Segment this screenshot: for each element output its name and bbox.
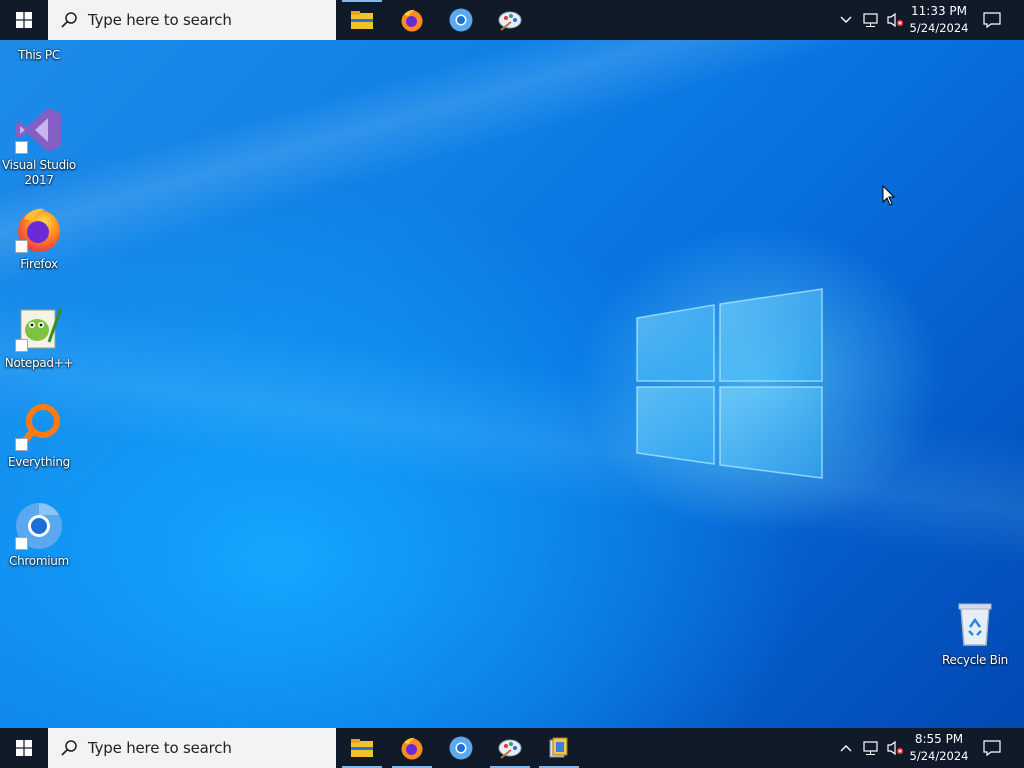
clock-date: 5/24/2024 xyxy=(909,21,969,35)
search-placeholder: Type here to search xyxy=(88,739,232,757)
action-center-button[interactable] xyxy=(976,728,1008,768)
chromium-icon xyxy=(449,736,473,760)
chevron-down-icon xyxy=(840,16,852,23)
desktop-icon-label: Recycle Bin xyxy=(942,653,1008,667)
desktop-icon-label: Firefox xyxy=(20,257,58,271)
start-button[interactable] xyxy=(0,0,48,40)
chevron-up-icon xyxy=(840,745,852,752)
action-center-button[interactable] xyxy=(976,0,1008,40)
start-button[interactable] xyxy=(0,728,48,768)
tray-network[interactable] xyxy=(860,0,882,40)
windows-logo-icon xyxy=(16,12,32,28)
desktop-icon-label: Chromium xyxy=(9,554,69,568)
desktop-icon-label: Everything xyxy=(8,455,70,469)
firefox-icon xyxy=(401,737,423,760)
desktop-icon-everything[interactable]: Everything xyxy=(0,403,78,470)
desktop-icon-chromium[interactable]: Chromium xyxy=(0,502,78,569)
chromium-icon xyxy=(449,8,473,32)
volume-muted-icon xyxy=(887,12,904,28)
wallpaper-light-beam xyxy=(0,0,1024,768)
wallpaper-light-beam-lower xyxy=(0,0,1024,768)
mouse-cursor-icon xyxy=(882,185,896,206)
desktop-icon-visual-studio[interactable]: Visual Studio 2017 xyxy=(0,106,78,188)
network-icon xyxy=(863,13,878,27)
taskbar-file-explorer[interactable] xyxy=(338,728,386,768)
desktop-icon-label: This PC xyxy=(18,48,60,62)
search-icon xyxy=(60,11,82,29)
notification-icon xyxy=(983,12,1001,28)
clock-time: 11:33 PM xyxy=(911,4,967,18)
tray-volume[interactable] xyxy=(884,0,906,40)
taskbar-search-box[interactable]: Type here to search xyxy=(48,0,336,40)
network-icon xyxy=(863,741,878,755)
taskbar-search-box[interactable]: Type here to search xyxy=(48,728,336,768)
shortcut-arrow-icon xyxy=(15,141,28,154)
taskbar-chromium[interactable] xyxy=(437,0,485,40)
windows-wallpaper-logo xyxy=(636,288,823,479)
search-placeholder: Type here to search xyxy=(88,11,232,29)
shortcut-arrow-icon xyxy=(15,339,28,352)
clock-date: 5/24/2024 xyxy=(909,749,969,763)
notepad-plus-plus-icon xyxy=(15,304,63,352)
system-app-icon xyxy=(549,737,568,758)
taskbar-system-app[interactable] xyxy=(535,728,583,768)
taskbar-clock[interactable]: 11:33 PM 5/24/2024 xyxy=(904,0,974,40)
desktop-icon-notepad-plus-plus[interactable]: Notepad++ xyxy=(0,304,78,371)
tray-volume[interactable] xyxy=(884,728,906,768)
search-icon xyxy=(60,739,82,757)
desktop-icon-firefox[interactable]: Firefox xyxy=(0,205,78,272)
desktop-icon-label: Notepad++ xyxy=(4,356,74,370)
taskbar-chromium[interactable] xyxy=(437,728,485,768)
chromium-icon xyxy=(15,502,63,550)
tray-show-hidden-icons[interactable] xyxy=(836,0,856,40)
volume-muted-icon xyxy=(887,740,904,756)
tray-show-hidden-icons[interactable] xyxy=(836,728,856,768)
taskbar-bottom: Type here to search 8:55 PM 5/24/2024 xyxy=(0,728,1024,768)
visual-studio-icon xyxy=(15,106,63,154)
notification-icon xyxy=(983,740,1001,756)
shortcut-arrow-icon xyxy=(15,537,28,550)
taskbar-paint[interactable] xyxy=(486,728,534,768)
firefox-icon xyxy=(15,205,63,253)
shortcut-arrow-icon xyxy=(15,438,28,451)
taskbar-top: Type here to search 11:33 PM 5/24/2024 xyxy=(0,0,1024,40)
paint-icon xyxy=(498,739,522,759)
clock-time: 8:55 PM xyxy=(914,732,964,746)
taskbar-firefox[interactable] xyxy=(388,0,436,40)
shortcut-arrow-icon xyxy=(15,240,28,253)
everything-search-icon xyxy=(15,403,63,451)
taskbar-clock[interactable]: 8:55 PM 5/24/2024 xyxy=(904,728,974,768)
desktop-screen: This PC Visual Studio 2017 Firefox Notep… xyxy=(0,0,1024,768)
tray-network[interactable] xyxy=(860,728,882,768)
taskbar-firefox[interactable] xyxy=(388,728,436,768)
taskbar-file-explorer[interactable] xyxy=(338,0,386,40)
firefox-icon xyxy=(401,9,423,32)
windows-logo-icon xyxy=(16,740,32,756)
desktop-icon-label: Visual Studio 2017 xyxy=(2,158,76,187)
desktop-icon-recycle-bin[interactable]: Recycle Bin xyxy=(936,601,1014,668)
paint-icon xyxy=(498,11,522,31)
folder-icon xyxy=(351,11,373,29)
recycle-bin-icon xyxy=(951,601,999,649)
folder-icon xyxy=(351,739,373,757)
taskbar-paint[interactable] xyxy=(486,0,534,40)
